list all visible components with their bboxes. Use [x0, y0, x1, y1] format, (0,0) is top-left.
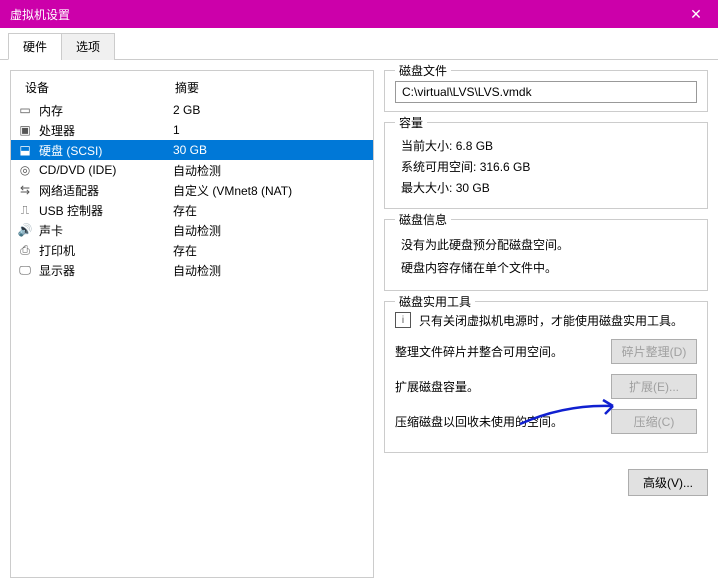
- network-icon: ⇆: [17, 182, 33, 198]
- device-row-sound[interactable]: 🔊 声卡 自动检测: [11, 220, 373, 240]
- device-row-cpu[interactable]: ▣ 处理器 1: [11, 120, 373, 140]
- device-row-network[interactable]: ⇆ 网络适配器 自定义 (VMnet8 (NAT): [11, 180, 373, 200]
- tab-options[interactable]: 选项: [61, 33, 115, 60]
- disk-info-line2: 硬盘内容存储在单个文件中。: [401, 259, 697, 276]
- device-row-disk[interactable]: ⬓ 硬盘 (SCSI) 30 GB: [11, 140, 373, 160]
- device-row-cddvd[interactable]: ◎ CD/DVD (IDE) 自动检测: [11, 160, 373, 180]
- disk-file-path[interactable]: C:\virtual\LVS\LVS.vmdk: [395, 81, 697, 103]
- group-capacity: 容量 当前大小: 6.8 GB 系统可用空间: 316.6 GB 最大大小: 3…: [384, 122, 708, 209]
- group-disk-info: 磁盘信息 没有为此硬盘预分配磁盘空间。 硬盘内容存储在单个文件中。: [384, 219, 708, 291]
- advanced-button[interactable]: 高级(V)...: [628, 469, 708, 496]
- tab-bar: 硬件 选项: [0, 28, 718, 60]
- col-device: 设备: [25, 79, 175, 96]
- col-summary: 摘要: [175, 79, 199, 96]
- defrag-label: 整理文件碎片并整合可用空间。: [395, 343, 563, 360]
- defrag-button[interactable]: 碎片整理(D): [611, 339, 697, 364]
- group-disk-file: 磁盘文件 C:\virtual\LVS\LVS.vmdk: [384, 70, 708, 112]
- group-title-disk-utils: 磁盘实用工具: [395, 293, 475, 310]
- group-title-capacity: 容量: [395, 114, 427, 131]
- device-row-usb[interactable]: ⎍ USB 控制器 存在: [11, 200, 373, 220]
- max-size: 最大大小: 30 GB: [401, 179, 697, 196]
- device-table: 设备 摘要 ▭ 内存 2 GB ▣ 处理器 1 ⬓ 硬盘 (SCSI) 30 G…: [10, 70, 374, 578]
- group-disk-utils: 磁盘实用工具 i 只有关闭虚拟机电源时，才能使用磁盘实用工具。 整理文件碎片并整…: [384, 301, 708, 453]
- info-icon: i: [395, 312, 411, 328]
- expand-button[interactable]: 扩展(E)...: [611, 374, 697, 399]
- sound-icon: 🔊: [17, 222, 33, 238]
- device-row-display[interactable]: 🖵 显示器 自动检测: [11, 260, 373, 280]
- device-row-printer[interactable]: ⎙ 打印机 存在: [11, 240, 373, 260]
- disk-icon: ⬓: [17, 142, 33, 158]
- cd-icon: ◎: [17, 162, 33, 178]
- expand-label: 扩展磁盘容量。: [395, 378, 479, 395]
- close-button[interactable]: ✕: [674, 0, 718, 28]
- compact-label: 压缩磁盘以回收未使用的空间。: [395, 413, 563, 430]
- free-space: 系统可用空间: 316.6 GB: [401, 158, 697, 175]
- memory-icon: ▭: [17, 102, 33, 118]
- device-table-header: 设备 摘要: [11, 75, 373, 100]
- cpu-icon: ▣: [17, 122, 33, 138]
- group-title-disk-file: 磁盘文件: [395, 62, 451, 79]
- close-icon: ✕: [690, 6, 702, 23]
- group-title-disk-info: 磁盘信息: [395, 211, 451, 228]
- printer-icon: ⎙: [17, 242, 33, 258]
- window-title: 虚拟机设置: [10, 6, 70, 23]
- tab-hardware[interactable]: 硬件: [8, 33, 62, 60]
- current-size: 当前大小: 6.8 GB: [401, 137, 697, 154]
- display-icon: 🖵: [17, 262, 33, 278]
- usb-icon: ⎍: [17, 202, 33, 218]
- utils-tip: 只有关闭虚拟机电源时，才能使用磁盘实用工具。: [419, 312, 683, 329]
- compact-button[interactable]: 压缩(C): [611, 409, 697, 434]
- device-row-memory[interactable]: ▭ 内存 2 GB: [11, 100, 373, 120]
- disk-info-line1: 没有为此硬盘预分配磁盘空间。: [401, 236, 697, 253]
